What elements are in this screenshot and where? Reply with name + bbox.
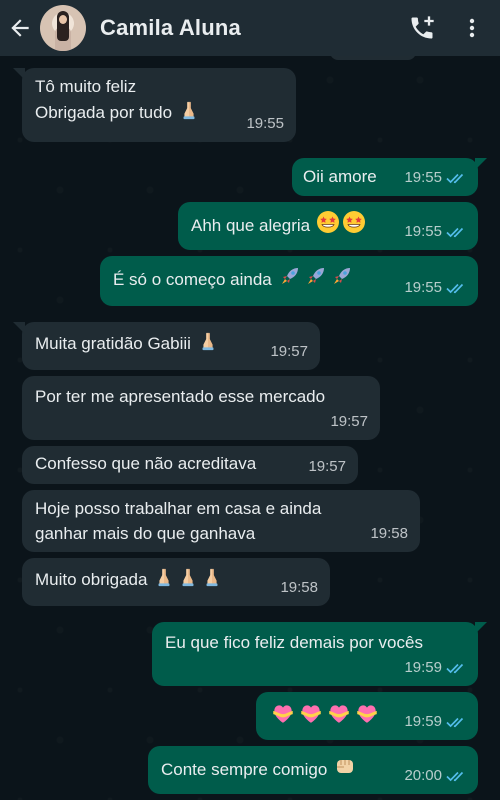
add-call-button[interactable] bbox=[400, 0, 444, 56]
message-text: Confesso que não acreditava bbox=[35, 454, 257, 473]
message-time: 19:55 bbox=[404, 279, 442, 296]
rocket-icon bbox=[278, 264, 302, 288]
star-struck-icon bbox=[342, 210, 366, 234]
arrow-left-icon bbox=[11, 19, 29, 37]
message-bubble-incoming[interactable]: Confesso que não acreditava 19:57 bbox=[22, 446, 358, 484]
message-text: Por ter me apresentado esse mercado bbox=[35, 387, 326, 406]
message-bubble-incoming[interactable]: Por ter me apresentado esse mercado 19:5… bbox=[22, 376, 380, 440]
message-time: 19:59 bbox=[404, 713, 442, 730]
message-time: 19:55 bbox=[404, 169, 442, 186]
rocket-icon bbox=[304, 264, 328, 288]
avatar[interactable] bbox=[40, 5, 86, 51]
message-bubble-outgoing[interactable]: 19:59 bbox=[256, 692, 478, 740]
message-bubble-outgoing[interactable]: Conte sempre comigo 20:00 bbox=[148, 746, 478, 794]
read-receipt-icon bbox=[446, 715, 468, 729]
folded-hands-icon bbox=[153, 566, 175, 588]
message-time: 19:55 bbox=[246, 115, 284, 132]
back-button[interactable] bbox=[2, 0, 38, 56]
read-receipt-icon bbox=[446, 225, 468, 239]
message-text: Tô muito feliz Obrigada por tudo bbox=[35, 74, 201, 125]
message-time: 19:58 bbox=[370, 525, 408, 542]
message-bubble-outgoing[interactable]: Ahh que alegria 19:55 bbox=[178, 202, 478, 250]
folded-hands-icon bbox=[197, 330, 219, 352]
heart-with-ribbon-icon bbox=[298, 700, 324, 726]
add-call-icon bbox=[411, 16, 434, 39]
message-text: Muito obrigada bbox=[35, 566, 224, 592]
message-bubble-incoming[interactable]: Hoje posso trabalhar em casa e ainda gan… bbox=[22, 490, 420, 552]
folded-hands-icon bbox=[201, 566, 223, 588]
message-bubble-incoming[interactable]: Tô muito feliz Obrigada por tudo 19:55 bbox=[13, 68, 296, 142]
message-time: 19:58 bbox=[280, 579, 318, 596]
message-time: 19:59 bbox=[404, 659, 442, 676]
read-receipt-icon bbox=[446, 661, 468, 675]
heart-with-ribbon-icon bbox=[326, 700, 352, 726]
read-receipt-icon bbox=[446, 769, 468, 783]
heart-with-ribbon-icon bbox=[354, 700, 380, 726]
message-bubble-outgoing[interactable]: É só o começo ainda 19:55 bbox=[100, 256, 478, 306]
menu-button[interactable] bbox=[454, 0, 490, 56]
message-text: É só o começo ainda bbox=[113, 264, 355, 292]
message-text bbox=[269, 700, 381, 730]
message-text: Muita gratidão Gabiii bbox=[35, 330, 220, 356]
message-time: 19:57 bbox=[330, 413, 368, 430]
read-receipt-icon bbox=[446, 171, 468, 185]
message-bubble-incoming[interactable]: Muito obrigada 19:58 bbox=[22, 558, 330, 606]
message-text: Oii amore bbox=[303, 167, 377, 186]
rocket-icon bbox=[330, 264, 354, 288]
message-text: Hoje posso trabalhar em casa e ainda gan… bbox=[35, 499, 322, 543]
read-receipt-icon bbox=[446, 281, 468, 295]
message-text: Ahh que alegria bbox=[191, 210, 367, 238]
message-text: Conte sempre comigo bbox=[161, 754, 358, 782]
message-time: 19:57 bbox=[308, 458, 346, 475]
folded-hands-icon bbox=[177, 566, 199, 588]
message-bubble-outgoing[interactable]: Eu que fico feliz demais por vocês 19:59 bbox=[152, 622, 487, 686]
message-bubble-incoming[interactable]: Muita gratidão Gabiii 19:57 bbox=[13, 322, 320, 370]
message-bubble-outgoing[interactable]: Oii amore 19:55 bbox=[292, 158, 487, 196]
more-vert-icon bbox=[469, 18, 475, 38]
contact-name[interactable]: Camila Aluna bbox=[100, 15, 400, 41]
message-text: Eu que fico feliz demais por vocês bbox=[165, 633, 423, 652]
message-time: 19:55 bbox=[404, 223, 442, 240]
star-struck-icon bbox=[316, 210, 340, 234]
message-time: 19:57 bbox=[270, 343, 308, 360]
chat-header: Camila Aluna bbox=[0, 0, 500, 56]
heart-with-ribbon-icon bbox=[270, 700, 296, 726]
oncoming-fist-icon bbox=[333, 754, 357, 778]
message-time: 20:00 bbox=[404, 767, 442, 784]
folded-hands-icon bbox=[178, 99, 200, 121]
